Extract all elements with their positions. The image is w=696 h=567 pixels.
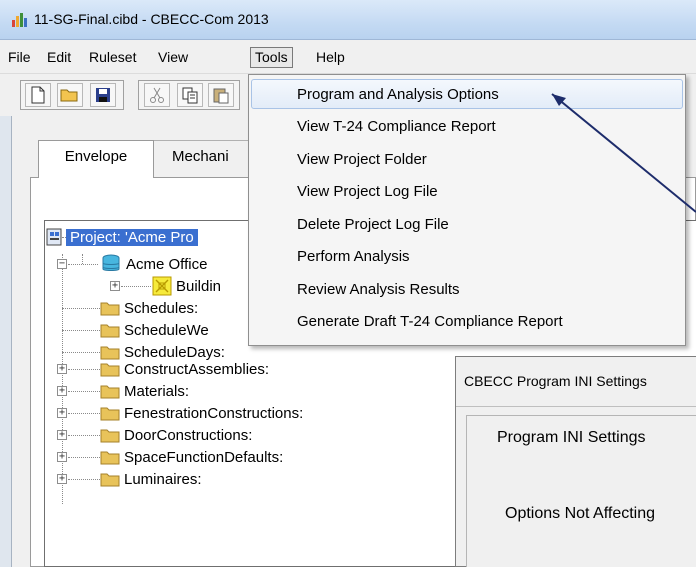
paste-button[interactable] bbox=[208, 83, 234, 107]
save-disk-icon bbox=[96, 88, 110, 102]
open-file-button[interactable] bbox=[57, 83, 83, 107]
folder-icon bbox=[100, 363, 120, 376]
menu-item-program-analysis-options[interactable]: Program and Analysis Options bbox=[297, 86, 499, 103]
tree-item-schedule-weeks[interactable]: ScheduleWe bbox=[100, 319, 209, 341]
copy-button[interactable] bbox=[177, 83, 203, 107]
tree-item-acme-office[interactable]: Acme Office bbox=[100, 253, 207, 275]
menu-tools[interactable]: Tools bbox=[250, 47, 293, 68]
tree-item-construct-assemblies[interactable]: ConstructAssemblies: bbox=[100, 358, 269, 380]
scissors-icon bbox=[150, 87, 164, 103]
tree-connector-line bbox=[62, 254, 63, 504]
tree-item-schedules[interactable]: Schedules: bbox=[100, 297, 198, 319]
tree-connector-line bbox=[121, 286, 151, 287]
menu-file[interactable]: File bbox=[8, 49, 31, 65]
menu-item-view-project-log[interactable]: View Project Log File bbox=[297, 183, 438, 200]
tree-label: Acme Office bbox=[126, 255, 208, 273]
menu-item-perform-analysis[interactable]: Perform Analysis bbox=[297, 248, 410, 265]
tree-connector-line bbox=[68, 391, 100, 392]
tree-item-materials[interactable]: Materials: bbox=[100, 380, 189, 402]
tree-label: Luminaires: bbox=[124, 470, 202, 488]
tree-connector-line bbox=[68, 369, 100, 370]
folder-icon bbox=[100, 385, 120, 398]
folder-icon bbox=[100, 473, 120, 486]
collapse-toggle[interactable]: − bbox=[57, 259, 67, 269]
ini-settings-heading: Program INI Settings bbox=[497, 429, 646, 446]
paste-icon bbox=[213, 88, 229, 104]
tree-label: FenestrationConstructions: bbox=[124, 404, 304, 422]
tree-label: DoorConstructions: bbox=[124, 426, 253, 444]
new-file-icon bbox=[31, 86, 45, 104]
options-not-affecting-label: Options Not Affecting bbox=[505, 505, 656, 522]
expand-toggle[interactable]: + bbox=[57, 452, 67, 462]
dialog-title: CBECC Program INI Settings bbox=[456, 357, 696, 407]
folder-icon bbox=[100, 324, 120, 337]
building-icon bbox=[152, 276, 172, 296]
menu-item-delete-project-log[interactable]: Delete Project Log File bbox=[297, 216, 449, 233]
tree-item-space-function-defaults[interactable]: SpaceFunctionDefaults: bbox=[100, 446, 283, 468]
title-bar: 11-SG-Final.cibd - CBECC-Com 2013 bbox=[0, 0, 696, 40]
tree-label: ConstructAssemblies: bbox=[124, 360, 270, 378]
cut-button[interactable] bbox=[144, 83, 170, 107]
expand-toggle[interactable]: + bbox=[110, 281, 120, 291]
menu-ruleset[interactable]: Ruleset bbox=[89, 49, 136, 65]
tree-connector-line bbox=[82, 254, 83, 264]
folder-icon bbox=[100, 407, 120, 420]
tree-connector-line bbox=[68, 479, 100, 480]
menu-help[interactable]: Help bbox=[316, 49, 345, 65]
save-file-button[interactable] bbox=[90, 83, 116, 107]
tab-envelope[interactable]: Envelope bbox=[38, 140, 154, 178]
expand-toggle[interactable]: + bbox=[57, 364, 67, 374]
tree-item-project[interactable]: Project: 'Acme Pro bbox=[46, 226, 198, 248]
menu-bar: File Edit Ruleset View Tools Help bbox=[0, 40, 696, 74]
tree-label: ScheduleWe bbox=[124, 321, 209, 339]
tree-connector-line bbox=[62, 330, 100, 331]
new-file-button[interactable] bbox=[25, 83, 51, 107]
expand-toggle[interactable]: + bbox=[57, 386, 67, 396]
open-folder-icon bbox=[60, 89, 78, 102]
menu-item-view-project-folder[interactable]: View Project Folder bbox=[297, 151, 427, 168]
tree-connector-line bbox=[62, 352, 100, 353]
tree-connector-line bbox=[68, 413, 100, 414]
project-icon bbox=[46, 228, 62, 246]
tree-item-door-constructions[interactable]: DoorConstructions: bbox=[100, 424, 252, 446]
tools-dropdown-menu: Program and Analysis Options View T-24 C… bbox=[248, 74, 686, 346]
tree-item-building[interactable]: Buildin bbox=[152, 275, 221, 297]
tree-item-fenestration-constructions[interactable]: FenestrationConstructions: bbox=[100, 402, 303, 424]
tree-connector-line bbox=[68, 264, 98, 265]
window-title: 11-SG-Final.cibd - CBECC-Com 2013 bbox=[34, 11, 269, 27]
menu-view[interactable]: View bbox=[158, 49, 188, 65]
expand-toggle[interactable]: + bbox=[57, 430, 67, 440]
left-window-edge bbox=[0, 116, 12, 567]
menu-item-review-analysis-results[interactable]: Review Analysis Results bbox=[297, 281, 460, 298]
tree-label: Schedules: bbox=[124, 299, 199, 317]
folder-icon bbox=[100, 302, 120, 315]
copy-icon bbox=[182, 87, 198, 104]
menu-edit[interactable]: Edit bbox=[47, 49, 71, 65]
app-icon bbox=[12, 13, 27, 27]
tree-label: Materials: bbox=[124, 382, 190, 400]
menu-item-view-t24-report[interactable]: View T-24 Compliance Report bbox=[297, 118, 496, 135]
folder-icon bbox=[100, 429, 120, 442]
tree-label: SpaceFunctionDefaults: bbox=[124, 448, 284, 466]
tree-connector-line bbox=[68, 457, 100, 458]
tree-label: Project: 'Acme Pro bbox=[66, 228, 198, 246]
folder-icon bbox=[100, 451, 120, 464]
tree-connector-line bbox=[62, 308, 100, 309]
tree-item-luminaires[interactable]: Luminaires: bbox=[100, 468, 202, 490]
database-icon bbox=[102, 254, 120, 271]
tree-label: Buildin bbox=[176, 277, 222, 295]
tree-connector-line bbox=[68, 435, 100, 436]
menu-item-generate-draft-report[interactable]: Generate Draft T-24 Compliance Report bbox=[297, 313, 563, 330]
expand-toggle[interactable]: + bbox=[57, 408, 67, 418]
ini-settings-dialog: CBECC Program INI Settings bbox=[455, 356, 696, 567]
expand-toggle[interactable]: + bbox=[57, 474, 67, 484]
